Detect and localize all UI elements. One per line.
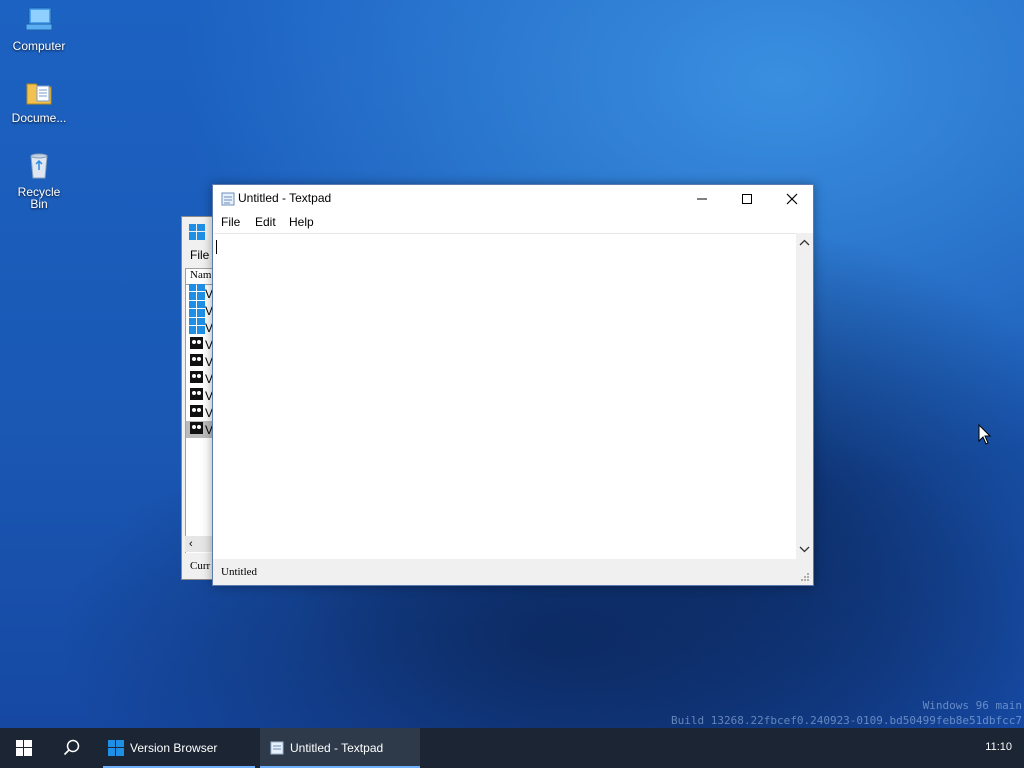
desktop-icon-recycle-bin[interactable]: Recycle Bin xyxy=(4,150,74,210)
menu-edit[interactable]: Edit xyxy=(255,215,276,229)
text-editor-area[interactable] xyxy=(214,233,796,559)
taskbar-item-label: Version Browser xyxy=(130,741,218,755)
maximize-button[interactable] xyxy=(724,185,769,213)
windows-logo-icon xyxy=(108,740,124,756)
taskbar-item-label: Untitled - Textpad xyxy=(290,741,384,755)
documents-folder-icon xyxy=(23,76,55,108)
scroll-left-icon[interactable]: ‹ xyxy=(189,538,193,550)
status-bar: Untitled xyxy=(213,559,813,585)
close-button[interactable] xyxy=(769,185,814,213)
desktop-icon-label: Recycle Bin xyxy=(17,185,61,211)
maximize-icon xyxy=(741,194,752,204)
close-icon xyxy=(786,193,797,205)
mouse-cursor-icon xyxy=(978,424,992,445)
system-clock[interactable]: 11:10 xyxy=(985,741,1012,753)
scroll-up-icon[interactable] xyxy=(796,234,813,251)
title-bar[interactable]: Untitled - Textpad xyxy=(213,185,813,213)
menu-file[interactable]: File xyxy=(221,215,240,229)
menu-file[interactable]: File xyxy=(190,248,209,262)
status-text: Curr xyxy=(190,560,211,572)
windows-logo-icon xyxy=(16,740,32,756)
build-watermark-line1: Windows 96 main xyxy=(922,699,1022,712)
window-title: Untitled - Textpad xyxy=(238,191,332,205)
minimize-icon xyxy=(696,198,707,200)
recycle-bin-icon xyxy=(23,150,55,182)
mascot-icon xyxy=(189,420,205,439)
text-caret xyxy=(216,240,217,254)
resize-grip-icon[interactable] xyxy=(800,572,810,582)
start-button[interactable] xyxy=(0,728,48,768)
desktop-icon-label: Docume... xyxy=(11,111,67,125)
desktop-icon-documents[interactable]: Docume... xyxy=(4,76,74,124)
notepad-icon xyxy=(270,741,284,755)
menu-help[interactable]: Help xyxy=(289,215,314,229)
notepad-icon xyxy=(221,192,235,209)
menu-bar: File Edit Help xyxy=(213,213,813,233)
vertical-scrollbar[interactable] xyxy=(796,233,813,559)
search-icon xyxy=(63,739,80,756)
taskbar-item-textpad[interactable]: Untitled - Textpad xyxy=(260,728,420,768)
windows-logo-icon xyxy=(189,224,205,243)
taskbar-item-version-browser[interactable]: Version Browser xyxy=(103,728,255,768)
computer-icon xyxy=(23,4,55,36)
scroll-down-icon[interactable] xyxy=(796,541,813,558)
textpad-window[interactable]: Untitled - Textpad File Edit Help Untitl… xyxy=(212,184,814,586)
search-button[interactable] xyxy=(50,728,94,768)
status-filename: Untitled xyxy=(221,566,258,578)
minimize-button[interactable] xyxy=(679,185,724,213)
desktop-icon-computer[interactable]: Computer xyxy=(4,4,74,52)
taskbar: Version Browser Untitled - Textpad 11:10 xyxy=(0,728,1024,768)
build-watermark-line2: Build 13268.22fbcef0.240923-0109.bd50499… xyxy=(671,714,1022,727)
desktop-icon-label: Computer xyxy=(12,39,66,53)
